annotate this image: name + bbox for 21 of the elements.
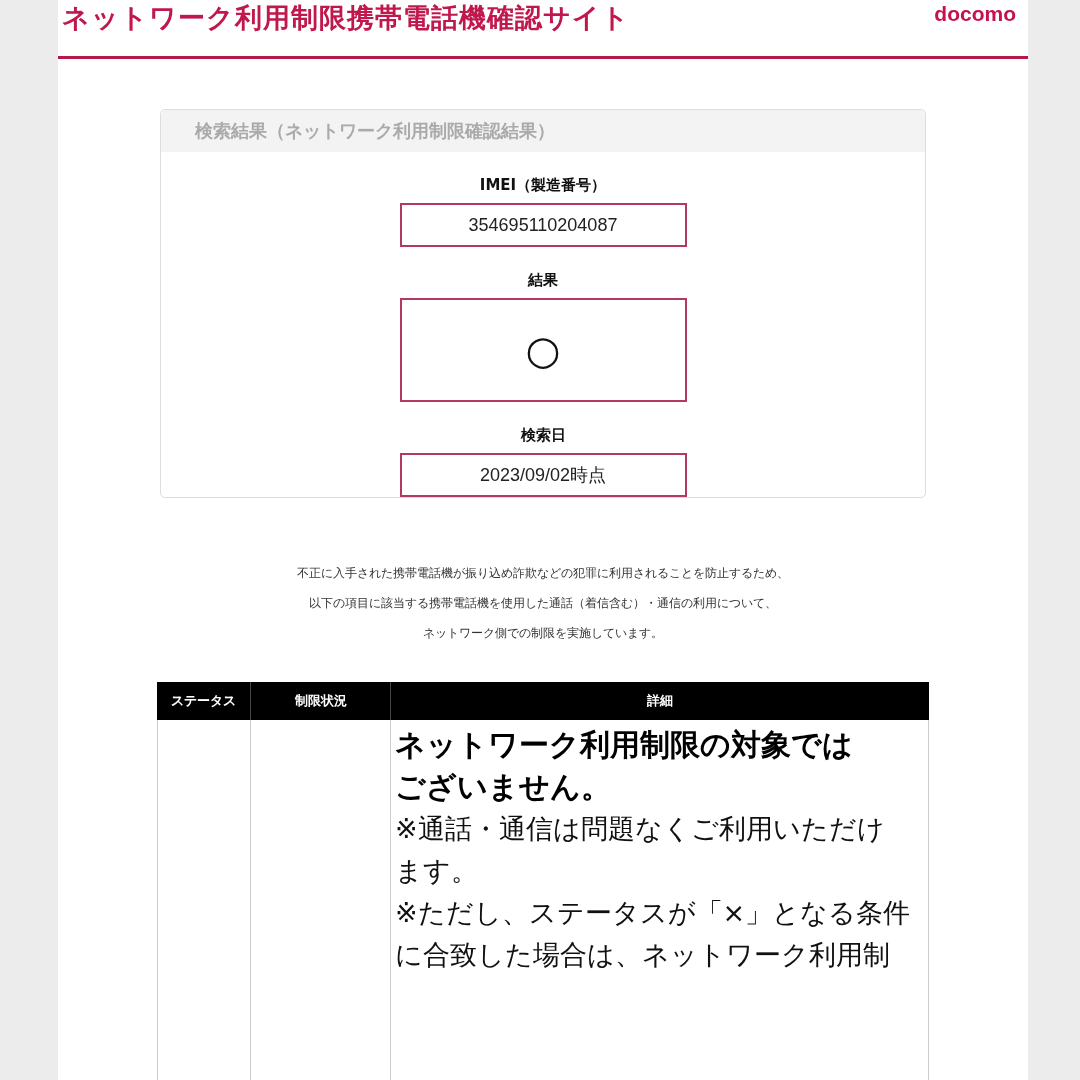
column-header: 詳細	[390, 682, 929, 720]
field-value: ○	[525, 330, 561, 370]
notice-text: 不正に入手された携帯電話機が振り込め詐欺などの犯罪に利用されることを防止するため、	[297, 565, 789, 582]
site-title: ネットワーク利用制限携帯電話機確認サイト	[62, 1, 630, 35]
field-value: 354695110204087	[468, 214, 618, 236]
card-title: 検索結果（ネットワーク利用制限確認結果）	[195, 119, 555, 143]
detail-text: ます。	[395, 854, 479, 888]
notice-text: ネットワーク側での制限を実施しています。	[423, 625, 663, 642]
field-label: 検索日	[520, 426, 566, 445]
detail-text: ※ただし、ステータスが「×」となる条件	[395, 896, 912, 930]
column-header: 制限状況	[250, 682, 390, 720]
logo: docomo	[934, 2, 1016, 26]
column-header: ステータス	[170, 692, 237, 710]
detail-text: に合致した場合は、ネットワーク利用制	[395, 938, 891, 972]
field-label: IMEI（製造番号）	[479, 176, 607, 195]
field-value: 2023/09/02時点	[479, 464, 607, 487]
detail-heading: ネットワーク利用制限の対象では	[395, 726, 854, 764]
notice-text: 以下の項目に該当する携帯電話機を使用した通話（着信含む）・通信の利用について、	[309, 595, 777, 612]
field-label: 結果	[528, 271, 558, 290]
detail-heading: ございません。	[395, 768, 612, 806]
detail-text: ※通話・通信は問題なくご利用いただけ	[395, 812, 886, 846]
